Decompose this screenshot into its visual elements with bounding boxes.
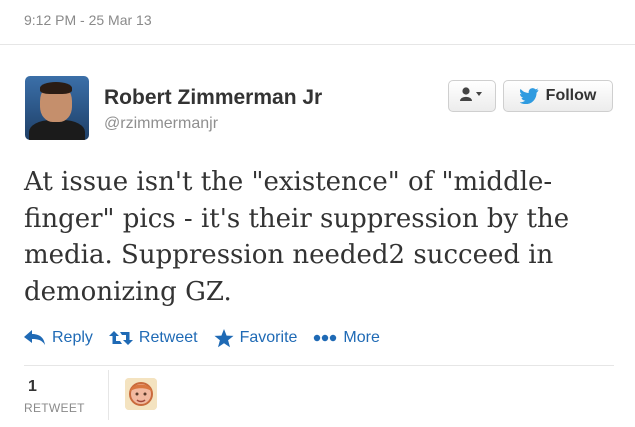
- retweeter-avatar[interactable]: [125, 378, 157, 410]
- tweet-line: finger" pics - it's their suppression by…: [24, 203, 570, 234]
- retweet-icon: [108, 330, 133, 346]
- author-handle[interactable]: @rzimmermanjr: [104, 115, 218, 133]
- avatar-body-shape: [29, 120, 85, 140]
- follow-button-label: Follow: [545, 87, 597, 104]
- stats-separator: [108, 370, 109, 420]
- tweet-timestamp[interactable]: 9:12 PM - 25 Mar 13: [24, 12, 152, 28]
- tweet-actions: Reply Retweet Favorite More: [24, 326, 396, 350]
- tweet-line: media. Suppression needed2 succeed in: [24, 240, 554, 270]
- author-name[interactable]: Robert Zimmerman Jr: [104, 86, 322, 110]
- star-icon: [214, 328, 234, 348]
- tweet-text: At issue isn't the "existence" of "middl…: [24, 164, 609, 310]
- user-actions-button[interactable]: [448, 80, 496, 112]
- retweet-label: Retweet: [138, 329, 198, 346]
- favorite-action[interactable]: Favorite: [214, 328, 298, 348]
- reply-arrow-icon: [24, 330, 46, 346]
- tweet-line: At issue isn't the "existence" of "middl…: [24, 167, 553, 197]
- follow-button[interactable]: Follow: [503, 80, 613, 112]
- more-label: More: [343, 329, 380, 346]
- more-action[interactable]: More: [313, 329, 380, 347]
- dots-icon: [313, 334, 337, 342]
- author-avatar[interactable]: [25, 76, 89, 140]
- twitter-bird-icon: [519, 88, 540, 104]
- tweet-line: demonizing GZ.: [24, 276, 232, 307]
- retweeter-avatar-drawing: [125, 378, 157, 410]
- retweet-count-label[interactable]: RETWEET: [24, 401, 85, 415]
- retweet-count[interactable]: 1: [28, 378, 37, 396]
- reply-label: Reply: [52, 329, 93, 346]
- user-dropdown-icon: [459, 86, 485, 107]
- header-divider: [0, 44, 635, 45]
- reply-action[interactable]: Reply: [24, 329, 93, 347]
- avatar-hair-shape: [40, 82, 72, 94]
- favorite-label: Favorite: [239, 329, 298, 346]
- stats-divider: [24, 365, 614, 366]
- retweet-action[interactable]: Retweet: [108, 329, 198, 347]
